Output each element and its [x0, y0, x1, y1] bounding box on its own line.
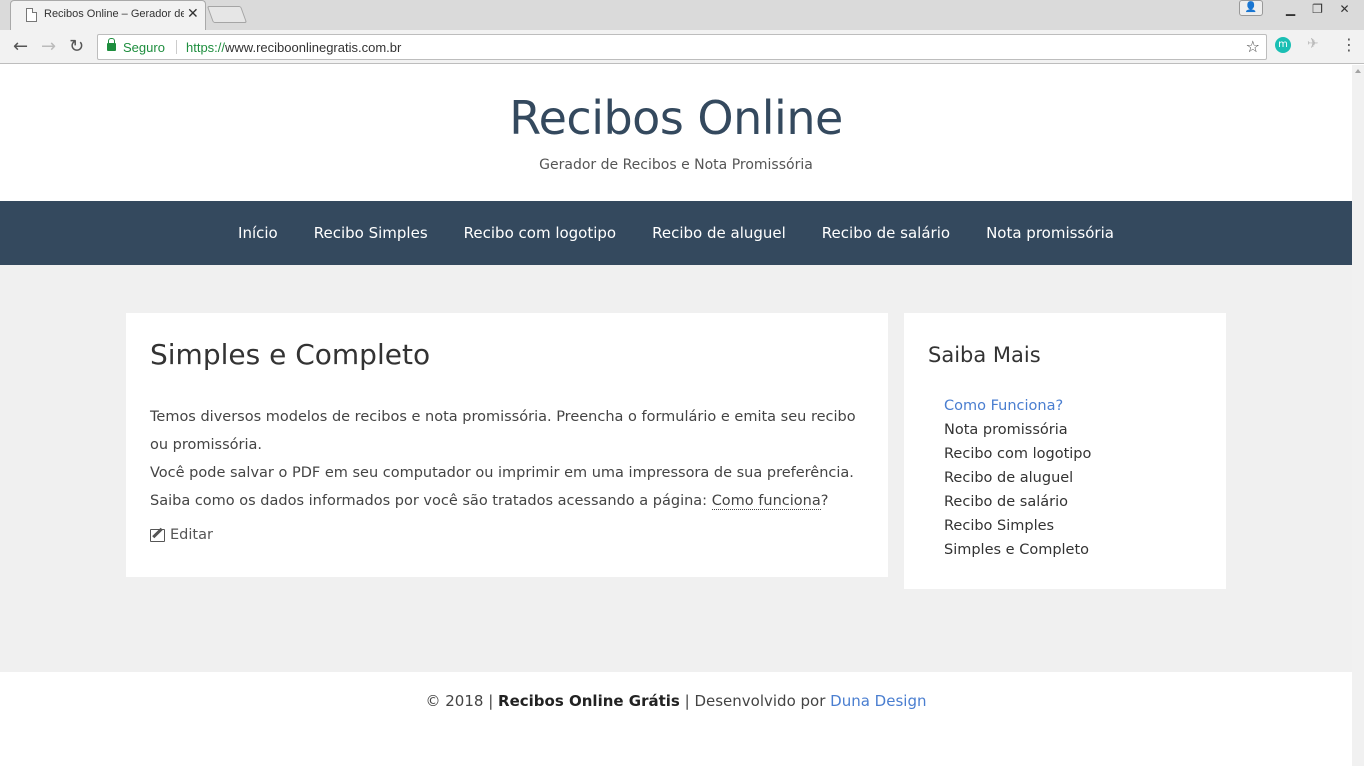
edit-link[interactable]: Editar [150, 527, 864, 543]
new-tab-button[interactable] [206, 6, 248, 23]
footer-brand[interactable]: Recibos Online Grátis [498, 692, 680, 710]
sidebar-item-como-funciona[interactable]: Como Funciona? [944, 394, 1202, 418]
tab-strip: Recibos Online – Gerador de Recibos ✕ 👤 … [0, 0, 1364, 30]
widget-list: Como Funciona? Nota promissória Recibo c… [928, 394, 1202, 562]
sidebar-item-recibo-aluguel[interactable]: Recibo de aluguel [944, 466, 1202, 490]
url-text[interactable]: https://www.reciboonlinegratis.com.br [186, 40, 401, 55]
site-tagline: Gerador de Recibos e Nota Promissória [539, 157, 813, 173]
secure-label: Seguro [123, 40, 165, 55]
footer-developer-link[interactable]: Duna Design [830, 692, 926, 710]
nav-item-recibo-salario[interactable]: Recibo de salário [804, 201, 968, 265]
sidebar-item-recibo-simples[interactable]: Recibo Simples [944, 514, 1202, 538]
url-scheme: https:// [186, 40, 226, 55]
window-controls: ▁ ❐ ✕ [1277, 0, 1358, 18]
address-bar[interactable]: Seguro https://www.reciboonlinegratis.co… [97, 34, 1267, 60]
scrollbar[interactable] [1352, 65, 1364, 766]
user-icon[interactable]: 👤 [1239, 0, 1263, 16]
scroll-up-icon[interactable] [1355, 69, 1361, 73]
nav-item-recibo-simples[interactable]: Recibo Simples [296, 201, 446, 265]
site-footer: © 2018 | Recibos Online Grátis | Desenvo… [0, 672, 1352, 766]
question-mark: ? [820, 493, 829, 509]
forward-icon[interactable]: → [41, 36, 56, 57]
star-icon[interactable]: ☆ [1246, 37, 1260, 56]
site-title[interactable]: Recibos Online [0, 91, 1352, 145]
menu-icon[interactable]: ⋮ [1341, 35, 1357, 54]
nav-item-nota-promissoria[interactable]: Nota promissória [968, 201, 1132, 265]
active-tab[interactable]: Recibos Online – Gerador de Recibos ✕ [10, 0, 206, 30]
footer-developed-by: | Desenvolvido por [679, 692, 831, 710]
url-host: www.reciboonlinegratis.com.br [225, 40, 402, 55]
como-funciona-link[interactable]: Como funciona [711, 493, 821, 510]
article-paragraph-3: Saiba como os dados informados por você … [150, 487, 864, 515]
article-title: Simples e Completo [150, 338, 431, 371]
sidebar-item-recibo-salario[interactable]: Recibo de salário [944, 490, 1202, 514]
extension-m-icon[interactable]: m [1275, 37, 1291, 53]
article-paragraph-1: Temos diversos modelos de recibos e nota… [150, 409, 856, 453]
sidebar-item-simples-completo[interactable]: Simples e Completo [944, 538, 1202, 562]
lock-icon [107, 38, 116, 51]
edit-label: Editar [170, 527, 213, 543]
document-icon [26, 8, 37, 22]
sidebar-item-nota-promissoria[interactable]: Nota promissória [944, 418, 1202, 442]
article-content: Temos diversos modelos de recibos e nota… [150, 403, 864, 515]
page-viewport: Recibos Online Gerador de Recibos e Nota… [0, 65, 1352, 766]
article-card: Simples e Completo Temos diversos modelo… [126, 313, 888, 577]
sidebar-item-recibo-logotipo[interactable]: Recibo com logotipo [944, 442, 1202, 466]
main-navigation: Início Recibo Simples Recibo com logotip… [0, 201, 1352, 265]
sidebar-widget: Saiba Mais Como Funciona? Nota promissór… [904, 313, 1226, 589]
nav-item-recibo-aluguel[interactable]: Recibo de aluguel [634, 201, 804, 265]
article-paragraph-2: Você pode salvar o PDF em seu computador… [150, 465, 854, 481]
nav-item-recibo-logotipo[interactable]: Recibo com logotipo [446, 201, 634, 265]
widget-title: Saiba Mais [928, 343, 1041, 367]
back-icon[interactable]: ← [13, 36, 28, 57]
footer-copyright: © 2018 | [425, 692, 499, 710]
browser-toolbar: ← → ↻ Seguro https://www.reciboonlinegra… [0, 30, 1364, 64]
reload-icon[interactable]: ↻ [69, 36, 84, 57]
article-paragraph-3-text: Saiba como os dados informados por você … [150, 493, 712, 509]
footer-text: © 2018 | Recibos Online Grátis | Desenvo… [0, 692, 1352, 710]
tab-title: Recibos Online – Gerador de Recibos [44, 8, 184, 20]
minimize-icon[interactable]: ▁ [1277, 0, 1304, 18]
close-icon[interactable]: ✕ [187, 6, 199, 22]
edit-icon [150, 528, 165, 542]
pin-icon[interactable]: ✈ [1307, 36, 1319, 52]
window-close-icon[interactable]: ✕ [1331, 0, 1358, 18]
nav-item-inicio[interactable]: Início [220, 201, 296, 265]
divider [176, 40, 177, 54]
restore-icon[interactable]: ❐ [1304, 0, 1331, 18]
site-header: Recibos Online Gerador de Recibos e Nota… [0, 65, 1352, 201]
